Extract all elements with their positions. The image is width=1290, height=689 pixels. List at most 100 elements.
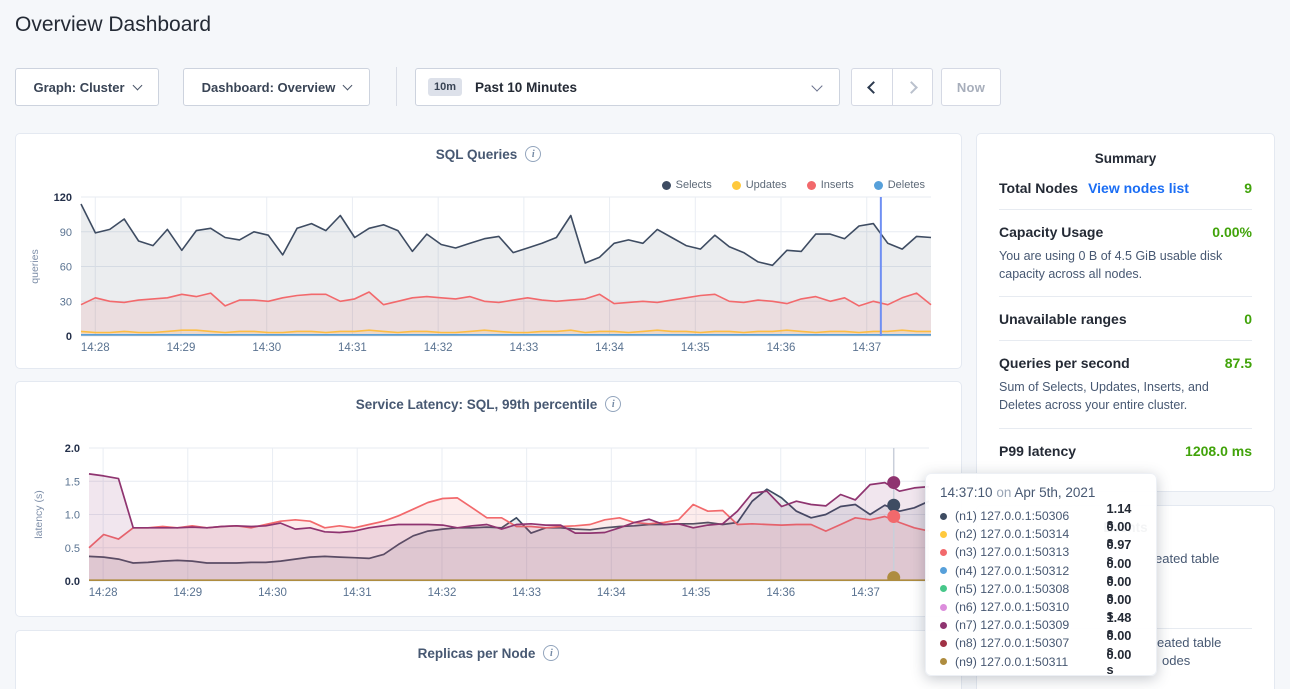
time-nav-group [851,68,933,106]
svg-text:30: 30 [60,296,72,308]
p99-latency-value: 1208.0 ms [1185,443,1252,459]
svg-text:14:35: 14:35 [682,587,711,599]
series-color-dot [940,622,947,629]
svg-text:14:30: 14:30 [252,342,281,354]
svg-text:14:28: 14:28 [89,587,118,599]
svg-text:14:37: 14:37 [851,587,880,599]
tooltip-rows: (n1) 127.0.0.1:503061.14 s(n2) 127.0.0.1… [940,507,1142,671]
capacity-value: 0.00% [1212,224,1252,240]
chevron-down-icon [811,80,822,91]
service-latency-chart[interactable]: 0.00.51.01.52.014:2814:2914:3014:3114:32… [16,426,963,610]
capacity-desc: You are using 0 B of 4.5 GiB usable disk… [999,247,1252,283]
svg-text:0.5: 0.5 [65,543,80,555]
total-nodes-value: 9 [1244,180,1252,196]
series-color-dot [940,513,947,520]
node-address: (n6) 127.0.0.1:50310 [955,600,1107,614]
svg-text:14:34: 14:34 [595,342,624,354]
tooltip-node-row: (n9) 127.0.0.1:503110.00 s [940,653,1142,671]
node-latency-value: 0.00 s [1107,647,1142,677]
info-icon[interactable]: i [543,645,559,661]
series-color-dot [940,567,947,574]
svg-text:90: 90 [60,227,72,239]
qps-label: Queries per second [999,355,1130,371]
svg-text:14:36: 14:36 [766,587,795,599]
node-address: (n4) 127.0.0.1:50312 [955,564,1107,578]
summary-row-total-nodes: Total Nodes View nodes list 9 [999,166,1252,210]
svg-text:14:33: 14:33 [512,587,541,599]
overview-dashboard-page: { "page": { "title": "Overview Dashboard… [0,0,1290,689]
event-text-fragment: eated table [1155,551,1219,566]
svg-text:queries: queries [29,249,41,283]
graph-scope-label: Graph: Cluster [33,80,124,95]
svg-text:0.0: 0.0 [65,576,80,588]
series-color-dot [940,658,947,665]
unavailable-ranges-label: Unavailable ranges [999,311,1127,327]
chevron-down-icon [343,80,353,90]
summary-row-p99: P99 latency 1208.0 ms [999,429,1252,472]
replicas-title: Replicas per Node [418,646,536,661]
graph-scope-dropdown[interactable]: Graph: Cluster [15,68,159,106]
dashboard-dropdown[interactable]: Dashboard: Overview [183,68,370,106]
dashboard-label: Dashboard: Overview [202,80,336,95]
sql-queries-chart[interactable]: 030609012014:2814:2914:3014:3114:3214:33… [16,174,963,366]
svg-text:0: 0 [66,331,72,343]
node-address: (n7) 127.0.0.1:50309 [955,618,1107,632]
series-color-dot [940,531,947,538]
service-latency-panel: Service Latency: SQL, 99th percentile i … [15,381,962,617]
page-title: Overview Dashboard [15,13,211,37]
svg-text:1.5: 1.5 [65,476,80,488]
series-color-dot [940,585,947,592]
series-color-dot [940,640,947,647]
svg-text:14:37: 14:37 [852,342,881,354]
summary-row-qps: Queries per second 87.5 Sum of Selects, … [999,341,1252,428]
time-range-label: Past 10 Minutes [475,80,577,95]
summary-row-unavailable: Unavailable ranges 0 [999,297,1252,341]
series-color-dot [940,549,947,556]
qps-value: 87.5 [1225,355,1252,371]
svg-text:14:29: 14:29 [173,587,202,599]
summary-heading: Summary [999,148,1252,166]
replicas-per-node-panel: Replicas per Node i [15,630,962,689]
node-address: (n1) 127.0.0.1:50306 [955,509,1107,523]
info-icon[interactable]: i [525,146,541,162]
time-next-button[interactable] [892,69,932,105]
node-address: (n2) 127.0.0.1:50314 [955,527,1107,541]
total-nodes-label: Total Nodes [999,180,1078,196]
chevron-right-icon [905,81,918,94]
p99-latency-label: P99 latency [999,443,1076,459]
svg-text:2.0: 2.0 [65,443,80,455]
node-address: (n8) 127.0.0.1:50307 [955,636,1107,650]
svg-text:14:34: 14:34 [597,587,626,599]
view-nodes-list-link[interactable]: View nodes list [1088,180,1189,196]
qps-desc: Sum of Selects, Updates, Inserts, and De… [999,378,1252,414]
svg-text:14:33: 14:33 [509,342,538,354]
svg-text:14:29: 14:29 [167,342,196,354]
svg-text:14:31: 14:31 [338,342,367,354]
series-color-dot [940,604,947,611]
summary-panel: Summary Total Nodes View nodes list 9 Ca… [976,133,1275,492]
svg-text:14:31: 14:31 [343,587,372,599]
svg-text:14:36: 14:36 [767,342,796,354]
node-address: (n9) 127.0.0.1:50311 [955,655,1107,669]
svg-text:14:28: 14:28 [81,342,110,354]
now-button[interactable]: Now [941,68,1001,106]
time-prev-button[interactable] [852,69,892,105]
svg-text:14:35: 14:35 [681,342,710,354]
capacity-label: Capacity Usage [999,224,1103,240]
node-address: (n5) 127.0.0.1:50308 [955,582,1107,596]
tooltip-timestamp: 14:37:10 on Apr 5th, 2021 [940,485,1142,500]
chevron-left-icon [867,81,880,94]
event-text-fragment: eated table [1157,635,1221,650]
event-text-fragment: odes [1162,653,1190,668]
time-range-picker[interactable]: 10m Past 10 Minutes [415,68,840,106]
svg-text:14:32: 14:32 [424,342,453,354]
svg-text:1.0: 1.0 [65,510,80,522]
sql-queries-panel: SQL Queries i SelectsUpdatesInsertsDelet… [15,133,962,369]
svg-text:latency (s): latency (s) [33,490,45,538]
toolbar-divider [396,67,397,106]
info-icon[interactable]: i [605,396,621,412]
service-latency-title: Service Latency: SQL, 99th percentile [356,397,598,412]
node-address: (n3) 127.0.0.1:50313 [955,545,1107,559]
time-range-badge: 10m [428,78,462,96]
chart-hover-tooltip: 14:37:10 on Apr 5th, 2021 (n1) 127.0.0.1… [925,473,1157,676]
